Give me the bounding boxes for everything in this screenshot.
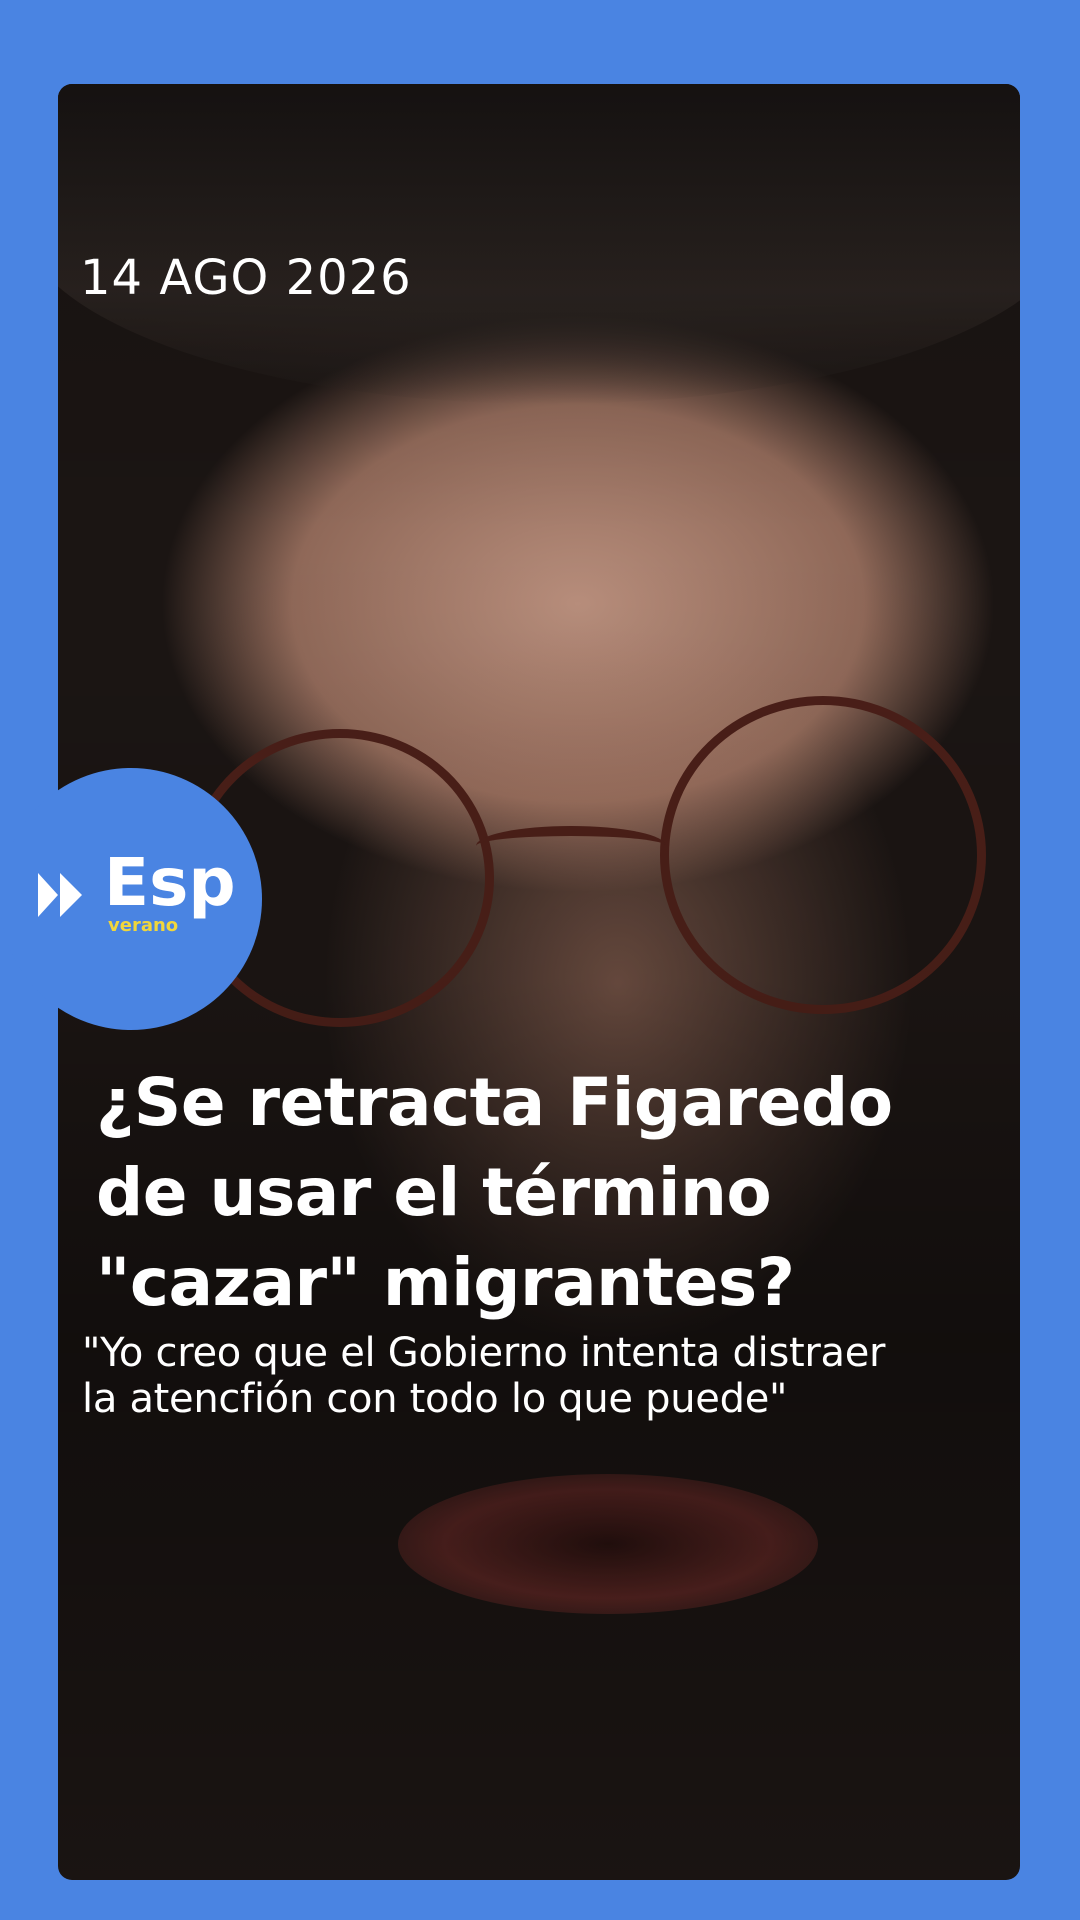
headline-line: "cazar" migrantes? bbox=[96, 1244, 795, 1321]
play-forward-icon bbox=[38, 873, 82, 917]
post-date: 14 AGO 2026 bbox=[80, 250, 412, 306]
quote: "Yo creo que el Gobierno intenta distrae… bbox=[82, 1330, 1022, 1422]
headline-line: ¿Se retracta Figaredo bbox=[96, 1064, 893, 1141]
quote-line: "Yo creo que el Gobierno intenta distrae… bbox=[82, 1330, 886, 1376]
brand-logo-subtext: verano bbox=[108, 915, 179, 936]
headline: ¿Se retracta Figaredo de usar el término… bbox=[96, 1058, 976, 1328]
quote-line: la atencfión con todo lo que puede" bbox=[82, 1376, 788, 1422]
story-page: 14 AGO 2026 Esp verano ¿Se retracta Figa… bbox=[0, 0, 1080, 1920]
headline-line: de usar el término bbox=[96, 1154, 772, 1231]
brand-logo-text: Esp bbox=[104, 844, 236, 921]
